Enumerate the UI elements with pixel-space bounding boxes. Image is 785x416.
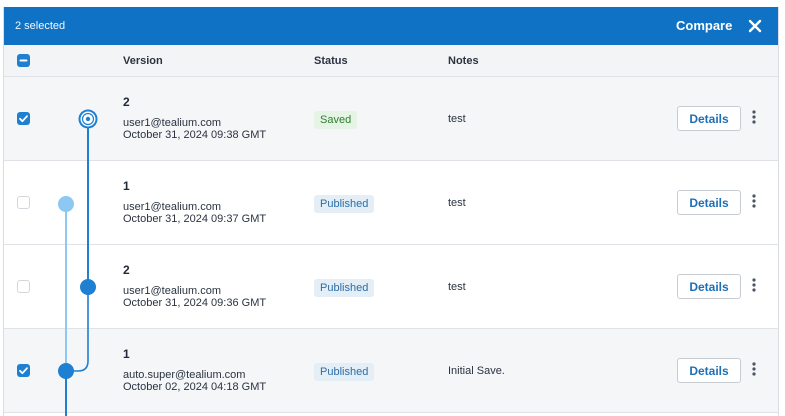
details-button[interactable]: Details [677,106,741,131]
version-date: October 31, 2024 09:36 GMT [123,297,267,309]
close-icon[interactable] [746,17,764,35]
column-header-version: Version [123,55,163,67]
table-row[interactable]: 1 auto.super@tealium.com October 02, 202… [4,329,778,413]
version-notes: Initial Save. [448,365,505,377]
version-notes: test [448,281,466,293]
table-row[interactable]: 2 user1@tealium.com October 31, 2024 09:… [4,245,778,329]
version-number: 1 [123,347,130,361]
table-header: Version Status Notes [4,45,778,77]
row-checkbox[interactable] [17,364,30,377]
details-button[interactable]: Details [677,190,741,215]
version-number: 1 [123,179,130,193]
row-checkbox[interactable] [17,112,30,125]
more-options-icon[interactable] [749,192,759,210]
version-author: user1@tealium.com [123,117,221,129]
version-date: October 31, 2024 09:38 GMT [123,129,267,141]
version-author: auto.super@tealium.com [123,369,246,381]
version-author: user1@tealium.com [123,285,221,297]
select-all-checkbox[interactable] [17,54,30,67]
version-number: 2 [123,263,130,277]
status-badge: Published [314,279,375,297]
more-options-icon[interactable] [749,108,759,126]
details-button[interactable]: Details [677,358,741,383]
column-header-status: Status [314,55,348,67]
compare-button[interactable]: Compare [676,18,732,33]
table-row[interactable]: 1 user1@tealium.com October 31, 2024 09:… [4,161,778,245]
selection-toolbar: 2 selected Compare [4,7,778,45]
version-date: October 02, 2024 04:18 GMT [123,381,267,393]
version-notes: test [448,113,466,125]
version-author: user1@tealium.com [123,201,221,213]
column-header-notes: Notes [448,55,479,67]
row-checkbox[interactable] [17,280,30,293]
selected-count: 2 selected [15,20,66,32]
table-row[interactable]: 2 user1@tealium.com October 31, 2024 09:… [4,77,778,161]
version-notes: test [448,197,466,209]
status-badge: Saved [314,111,358,129]
version-number: 2 [123,95,130,109]
details-button[interactable]: Details [677,274,741,299]
status-badge: Published [314,195,375,213]
status-badge: Published [314,363,375,381]
row-checkbox[interactable] [17,196,30,209]
version-date: October 31, 2024 09:37 GMT [123,213,267,225]
more-options-icon[interactable] [749,276,759,294]
version-history-panel: 2 selected Compare Version Status Notes … [3,7,779,416]
more-options-icon[interactable] [749,360,759,378]
